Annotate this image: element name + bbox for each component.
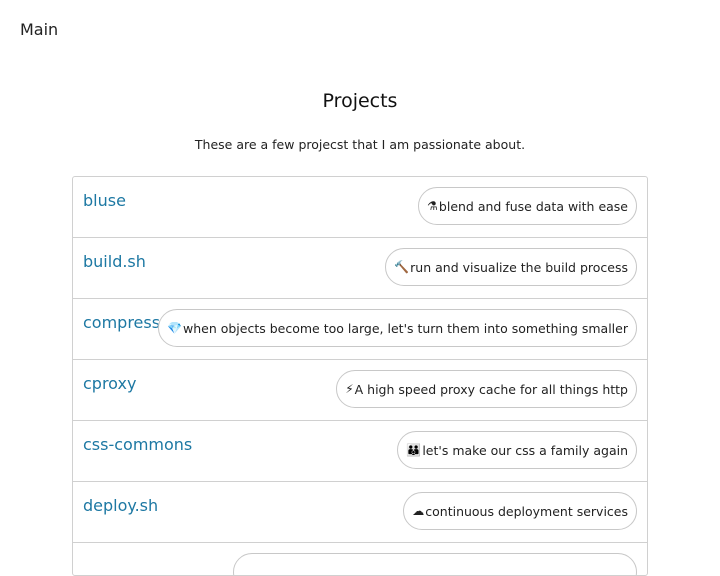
cloud-icon: ☁ — [412, 504, 425, 518]
project-item-css-commons: css-commons 👪 let's make our css a famil… — [73, 421, 647, 482]
nav-main-link[interactable]: Main — [20, 20, 58, 39]
lightning-icon: ⚡ — [345, 382, 354, 396]
project-description-pill: 👪 let's make our css a family again — [397, 431, 637, 469]
page-title: Projects — [322, 90, 398, 112]
project-description-pill: ☁ continuous deployment services — [403, 492, 637, 530]
project-description: blend and fuse data with ease — [438, 198, 628, 214]
project-description: when objects become too large, let's tur… — [182, 320, 628, 336]
project-item-cproxy: cproxy ⚡ A high speed proxy cache for al… — [73, 360, 647, 421]
project-item-partial — [73, 543, 647, 575]
project-description: continuous deployment services — [425, 503, 628, 519]
project-link[interactable]: build.sh — [83, 252, 146, 271]
project-description: let's make our css a family again — [422, 442, 628, 458]
project-description-pill: ⚡ A high speed proxy cache for all thing… — [336, 370, 637, 408]
project-description: A high speed proxy cache for all things … — [354, 381, 628, 397]
project-item-bluse: bluse ⚗ blend and fuse data with ease — [73, 177, 647, 238]
project-description-pill: 🔨 run and visualize the build process — [385, 248, 637, 286]
project-description: run and visualize the build process — [410, 259, 628, 275]
project-description-pill — [233, 553, 637, 575]
project-item-deploy-sh: deploy.sh ☁ continuous deployment servic… — [73, 482, 647, 543]
gem-icon: 💎 — [167, 321, 182, 335]
project-item-build-sh: build.sh 🔨 run and visualize the build p… — [73, 238, 647, 299]
family-icon: 👪 — [406, 443, 422, 457]
project-link[interactable]: bluse — [83, 191, 126, 210]
project-list: bluse ⚗ blend and fuse data with ease bu… — [72, 176, 648, 576]
project-description-pill: 💎 when objects become too large, let's t… — [158, 309, 637, 347]
hammer-icon: 🔨 — [394, 260, 410, 274]
project-link[interactable]: cproxy — [83, 374, 136, 393]
project-link[interactable]: deploy.sh — [83, 496, 158, 515]
project-description-pill: ⚗ blend and fuse data with ease — [418, 187, 637, 225]
flask-icon: ⚗ — [427, 199, 438, 213]
page-subtitle: These are a few projecst that I am passi… — [194, 137, 526, 152]
project-link[interactable]: css-commons — [83, 435, 192, 454]
project-item-compress-object: compress-object 💎 when objects become to… — [73, 299, 647, 360]
